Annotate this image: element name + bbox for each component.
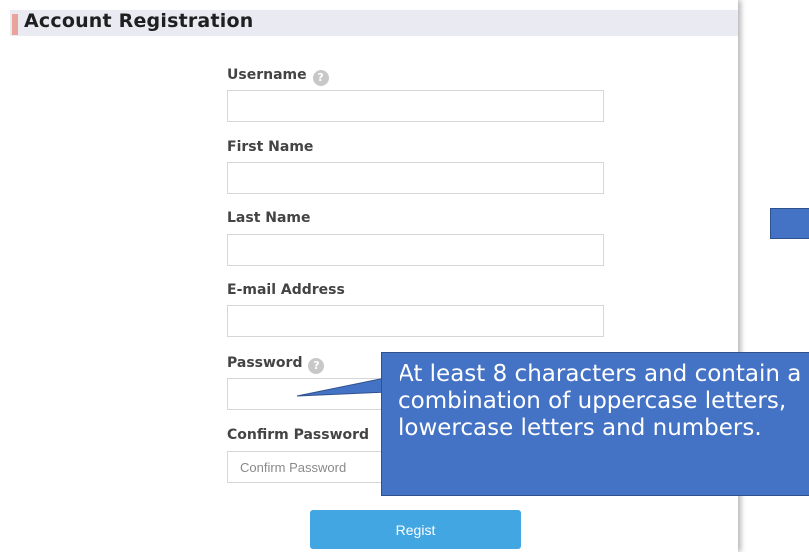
callout-pointer-joint bbox=[383, 367, 400, 389]
